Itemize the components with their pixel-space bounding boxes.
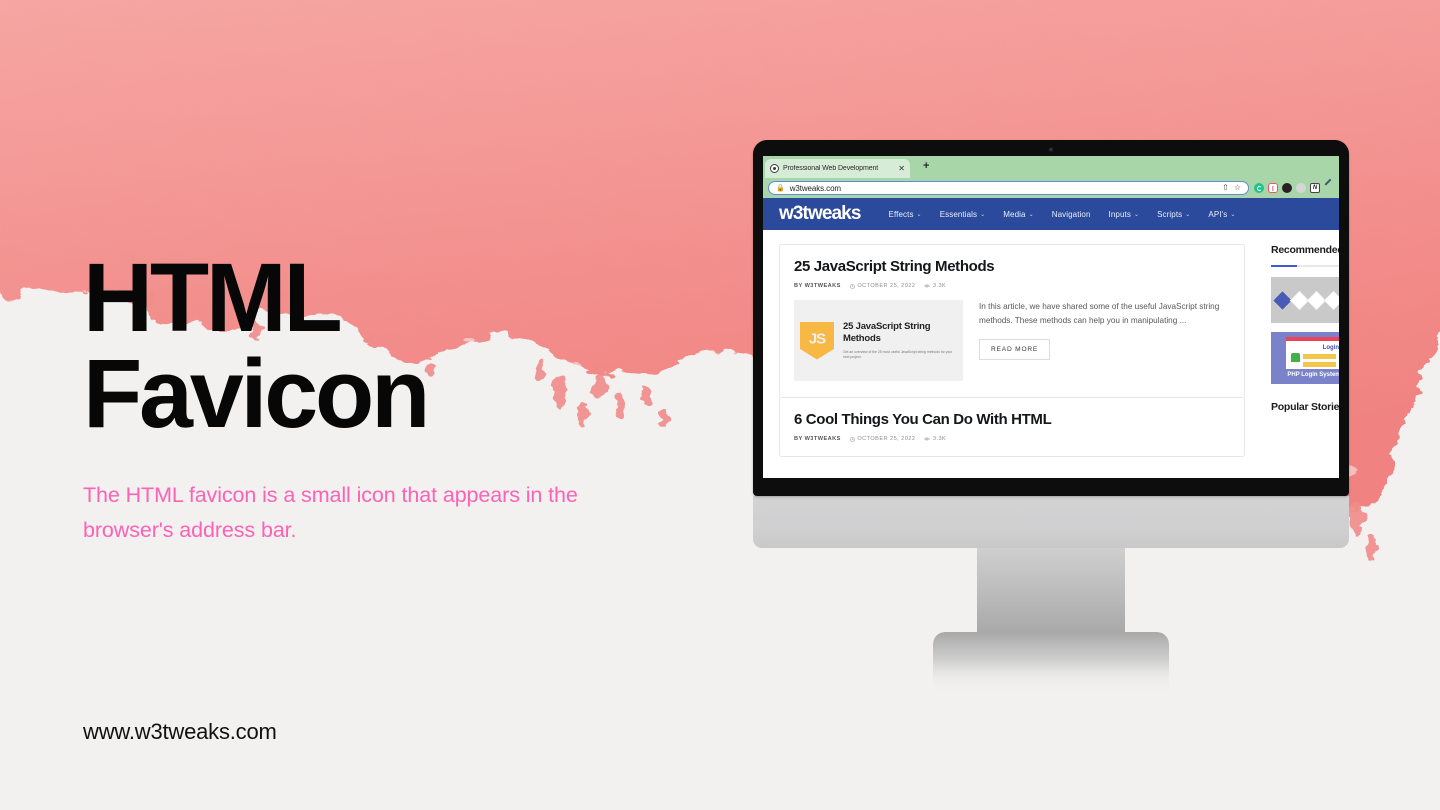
new-tab-button[interactable]: +	[923, 161, 929, 172]
post-meta: BY W3TWEAKS OCTOBER 25, 2022 3.3K	[794, 283, 1230, 289]
chevron-down-icon: ⌄	[916, 211, 922, 218]
login-label: Login	[1322, 345, 1339, 351]
nav-item-essentials[interactable]: Essentials ⌄	[940, 210, 986, 219]
nav-label: Media	[1003, 209, 1026, 219]
sidebar-item-php-login[interactable]: Login PHP Login System	[1271, 332, 1339, 384]
share-icon[interactable]: ⇧	[1222, 184, 1229, 192]
bookmark-star-icon[interactable]: ☆	[1234, 184, 1241, 192]
post-views-text: 3.3K	[932, 436, 947, 442]
monitor-bezel: Professional Web Development ✕ + 🔒 w3twe…	[753, 140, 1349, 496]
nav-label: Effects	[888, 209, 914, 219]
browser-toolbar: 🔒 w3tweaks.com ⇧ ☆ N	[763, 178, 1339, 198]
page-subtitle: The HTML favicon is a small icon that ap…	[83, 483, 578, 542]
clock-icon	[850, 436, 855, 442]
login-window-icon: Login	[1286, 337, 1339, 369]
sidebar-heading-popular: Popular Stories	[1271, 401, 1339, 413]
sidebar-item-diamond-thumbnail[interactable]	[1271, 277, 1339, 323]
monitor-mockup: Professional Web Development ✕ + 🔒 w3twe…	[753, 140, 1349, 692]
post-excerpt: In this article, we have shared some of …	[979, 302, 1220, 325]
post-thumbnail[interactable]: 25 JavaScript String Methods Get an over…	[794, 300, 963, 381]
post-views-text: 3.3K	[932, 283, 947, 289]
post-list: 25 JavaScript String Methods BY W3TWEAKS…	[763, 230, 1259, 478]
post-card[interactable]: 6 Cool Things You Can Do With HTML BY W3…	[779, 398, 1245, 457]
post-body: 25 JavaScript String Methods Get an over…	[794, 300, 1230, 381]
monitor-chin	[753, 496, 1349, 548]
nav-item-scripts[interactable]: Scripts ⌄	[1157, 210, 1190, 219]
post-views: 3.3K	[924, 283, 946, 289]
diamond-icon	[1324, 290, 1339, 310]
chevron-down-icon: ⌄	[1133, 211, 1140, 218]
address-bar[interactable]: 🔒 w3tweaks.com ⇧ ☆	[768, 181, 1249, 195]
lock-icon: 🔒	[776, 184, 785, 192]
post-views: 3.3K	[924, 436, 946, 442]
sidebar: Recommended Login PHP Login System Popul…	[1259, 230, 1339, 478]
nav-item-navigation[interactable]: Navigation	[1052, 210, 1091, 219]
monitor-screen: Professional Web Development ✕ + 🔒 w3twe…	[763, 156, 1339, 478]
post-date: OCTOBER 25, 2022	[850, 283, 916, 289]
globe-icon	[770, 164, 779, 173]
thumbnail-title: 25 JavaScript String Methods	[843, 321, 931, 345]
user-avatar-icon	[1291, 353, 1300, 362]
nav-label: Inputs	[1108, 209, 1131, 219]
site-navbar: w3tweaks Effects ⌄ Essentials ⌄ Media ⌄ …	[763, 198, 1339, 230]
nav-label: Essentials	[939, 209, 978, 219]
post-date-text: OCTOBER 25, 2022	[857, 283, 916, 289]
read-more-button[interactable]: READ MORE	[979, 338, 1051, 360]
eyedropper-icon[interactable]	[1324, 183, 1334, 193]
post-author: BY W3TWEAKS	[794, 436, 841, 442]
nav-item-effects[interactable]: Effects ⌄	[889, 210, 922, 219]
post-date: OCTOBER 25, 2022	[850, 436, 916, 442]
clock-icon	[850, 283, 855, 289]
stand-base	[933, 632, 1169, 692]
hero-copy: HTML Favicon The HTML favicon is a small…	[83, 243, 703, 548]
page-title: HTML Favicon	[83, 243, 430, 449]
nav-label: Scripts	[1157, 209, 1183, 219]
notion-icon[interactable]: N	[1310, 183, 1320, 193]
nav-item-apis[interactable]: API's ⌄	[1208, 210, 1235, 219]
extension-icons: N	[1254, 183, 1334, 193]
url-text: w3tweaks.com	[789, 183, 841, 193]
nav-label: Navigation	[1051, 209, 1091, 219]
site-content: 25 JavaScript String Methods BY W3TWEAKS…	[763, 230, 1339, 478]
post-meta: BY W3TWEAKS OCTOBER 25, 2022 3.3K	[794, 436, 1230, 442]
sidebar-item-caption: PHP Login System	[1287, 372, 1339, 378]
close-icon[interactable]: ✕	[898, 164, 905, 173]
site-logo[interactable]: w3tweaks	[779, 203, 861, 225]
stand-neck	[977, 548, 1125, 632]
chevron-down-icon: ⌄	[1185, 211, 1191, 218]
post-title[interactable]: 25 JavaScript String Methods	[794, 258, 1230, 275]
thumbnail-text: 25 JavaScript String Methods Get an over…	[843, 321, 957, 360]
avatar-icon[interactable]	[1282, 183, 1292, 193]
heading-underline	[1271, 265, 1339, 267]
eye-icon	[924, 437, 931, 441]
site-url-footer: www.w3tweaks.com	[83, 719, 277, 744]
grammarly-icon[interactable]	[1254, 183, 1264, 193]
monitor-stand	[753, 548, 1349, 692]
browser-tab[interactable]: Professional Web Development ✕	[765, 159, 910, 178]
todoist-icon[interactable]	[1268, 183, 1278, 193]
form-field-icon	[1303, 362, 1336, 367]
chevron-down-icon: ⌄	[1028, 211, 1034, 218]
post-date-text: OCTOBER 25, 2022	[857, 436, 916, 442]
nav-item-media[interactable]: Media ⌄	[1003, 210, 1033, 219]
sidebar-heading-recommended: Recommended	[1271, 244, 1339, 256]
eye-icon	[924, 284, 931, 288]
chevron-down-icon: ⌄	[980, 211, 986, 218]
browser-tab-strip: Professional Web Development ✕ +	[763, 156, 1339, 178]
nav-label: API's	[1208, 209, 1228, 219]
post-author: BY W3TWEAKS	[794, 283, 841, 289]
post-excerpt-col: In this article, we have shared some of …	[979, 300, 1230, 381]
post-title[interactable]: 6 Cool Things You Can Do With HTML	[794, 411, 1230, 428]
webcam-icon	[1048, 147, 1054, 152]
nav-item-inputs[interactable]: Inputs ⌄	[1109, 210, 1140, 219]
partial-circle-icon[interactable]	[1296, 183, 1306, 193]
chevron-down-icon: ⌄	[1230, 211, 1236, 218]
thumbnail-subtitle: Get an overview of the 25 most useful Ja…	[843, 349, 953, 359]
form-field-icon	[1303, 354, 1336, 359]
tab-title: Professional Web Development	[783, 165, 879, 172]
js-logo-icon	[800, 321, 834, 360]
post-card[interactable]: 25 JavaScript String Methods BY W3TWEAKS…	[779, 244, 1245, 398]
